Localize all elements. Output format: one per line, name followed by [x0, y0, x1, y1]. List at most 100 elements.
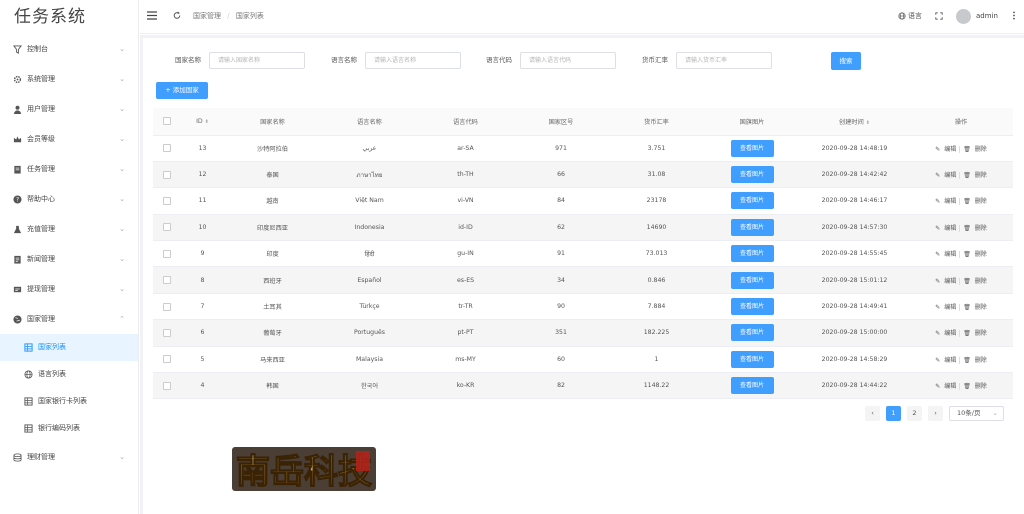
- view-image-button[interactable]: 查看图片: [730, 298, 774, 316]
- cell-area-code: 60: [513, 346, 609, 374]
- view-image-button[interactable]: 查看图片: [730, 350, 774, 368]
- row-checkbox[interactable]: [163, 355, 171, 364]
- delete-button[interactable]: 🗑 删除: [962, 251, 988, 258]
- sidebar-item-finance[interactable]: 理财管理 ⌄: [0, 442, 138, 472]
- cell-country-name: 韩国: [224, 372, 321, 400]
- sidebar-item-withdraw[interactable]: 提现管理 ⌄: [0, 274, 138, 304]
- currency-rate-input[interactable]: 请输入货币汇率: [676, 52, 772, 69]
- edit-icon: ✎: [935, 224, 941, 232]
- add-country-button[interactable]: + 添加国家: [156, 82, 208, 99]
- sidebar-item-tasks[interactable]: 任务管理 ⌄: [0, 154, 138, 184]
- language-switcher[interactable]: 语言: [898, 11, 922, 21]
- refresh-icon[interactable]: [173, 11, 181, 20]
- cell-flag-image: 查看图片: [704, 319, 800, 347]
- username[interactable]: admin: [976, 12, 998, 20]
- column-header-created-time[interactable]: 创建时间 ⬍: [800, 108, 909, 136]
- chevron-down-icon: ⌄: [119, 75, 125, 83]
- view-image-button[interactable]: 查看图片: [730, 218, 774, 236]
- search-button[interactable]: 搜索: [831, 52, 861, 70]
- edit-button[interactable]: ✎ 编辑: [934, 225, 957, 232]
- language-name-input[interactable]: 请输入语言名称: [365, 52, 461, 69]
- delete-button[interactable]: 🗑 删除: [962, 172, 988, 179]
- row-checkbox[interactable]: [163, 276, 171, 285]
- next-page-button[interactable]: ›: [928, 406, 943, 421]
- sidebar-subitem-bank-card-list[interactable]: 国家银行卡列表: [0, 388, 138, 415]
- trash-icon: 🗑: [963, 172, 971, 180]
- view-image-button[interactable]: 查看图片: [730, 139, 774, 157]
- sidebar-item-news[interactable]: 新闻管理 ⌄: [0, 244, 138, 274]
- view-image-button[interactable]: 查看图片: [730, 166, 774, 184]
- column-header-country-name: 国家名称: [224, 108, 321, 136]
- avatar[interactable]: [956, 9, 971, 24]
- row-checkbox[interactable]: [163, 381, 171, 390]
- trash-icon: 🗑: [963, 224, 971, 232]
- view-image-button[interactable]: 查看图片: [730, 192, 774, 210]
- language-code-input[interactable]: 请输入语言代码: [520, 52, 616, 69]
- delete-button[interactable]: 🗑 删除: [962, 357, 988, 364]
- page-button-2[interactable]: 2: [907, 406, 922, 421]
- edit-button[interactable]: ✎ 编辑: [934, 251, 957, 258]
- sidebar-item-help[interactable]: ? 帮助中心 ⌄: [0, 184, 138, 214]
- sidebar-item-users[interactable]: 用户管理 ⌄: [0, 94, 138, 124]
- select-all-checkbox[interactable]: [163, 117, 171, 126]
- edit-button[interactable]: ✎ 编辑: [934, 304, 957, 311]
- logo-text: 南岳科技: [236, 452, 372, 492]
- country-name-input[interactable]: 请输入国家名称: [209, 52, 305, 69]
- row-checkbox[interactable]: [163, 249, 171, 258]
- row-checkbox[interactable]: [163, 223, 171, 232]
- sidebar-item-label: 提现管理: [27, 285, 55, 293]
- view-image-button[interactable]: 查看图片: [730, 245, 774, 263]
- row-checkbox[interactable]: [163, 328, 171, 337]
- cell-actions: ✎ 编辑 🗑 删除: [909, 319, 1013, 347]
- delete-button[interactable]: 🗑 删除: [962, 225, 988, 232]
- edit-button[interactable]: ✎ 编辑: [934, 146, 957, 153]
- sidebar-item-system[interactable]: 系统管理 ⌄: [0, 64, 138, 94]
- sidebar-subitem-country-list[interactable]: 国家列表: [0, 334, 138, 361]
- edit-button[interactable]: ✎ 编辑: [934, 383, 957, 390]
- view-image-button[interactable]: 查看图片: [730, 271, 774, 289]
- sidebar-subitem-label: 国家列表: [38, 343, 66, 351]
- edit-icon: ✎: [935, 356, 941, 364]
- row-checkbox[interactable]: [163, 196, 171, 205]
- edit-button[interactable]: ✎ 编辑: [934, 172, 957, 179]
- sidebar-item-dashboard[interactable]: 控制台 ⌄: [0, 34, 138, 64]
- sidebar-subitem-language-list[interactable]: 语言列表: [0, 361, 138, 388]
- view-image-button[interactable]: 查看图片: [730, 324, 774, 342]
- delete-button[interactable]: 🗑 删除: [962, 304, 988, 311]
- prev-page-button[interactable]: ‹: [865, 406, 880, 421]
- delete-button[interactable]: 🗑 删除: [962, 278, 988, 285]
- row-checkbox[interactable]: [163, 170, 171, 179]
- sort-icon[interactable]: ⬍: [205, 119, 209, 125]
- delete-button[interactable]: 🗑 删除: [962, 198, 988, 205]
- breadcrumb-item[interactable]: 国家管理: [193, 12, 221, 20]
- column-header-id[interactable]: ID ⬍: [181, 108, 224, 136]
- cell-language-code: es-ES: [418, 266, 513, 294]
- edit-button[interactable]: ✎ 编辑: [934, 278, 957, 285]
- sidebar-item-country[interactable]: 国家管理 ⌃: [0, 304, 138, 334]
- row-checkbox[interactable]: [163, 302, 171, 311]
- globe-icon: [12, 314, 22, 324]
- delete-button[interactable]: 🗑 删除: [962, 330, 988, 337]
- page-size-select[interactable]: 10条/页 ⌄: [949, 406, 1004, 421]
- delete-button[interactable]: 🗑 删除: [962, 146, 988, 153]
- sidebar-item-recharge[interactable]: 充值管理 ⌄: [0, 214, 138, 244]
- edit-button[interactable]: ✎ 编辑: [934, 357, 957, 364]
- chevron-down-icon: ⌄: [119, 255, 125, 263]
- more-vertical-icon[interactable]: [1012, 11, 1016, 20]
- chevron-down-icon: ⌄: [119, 285, 125, 293]
- sidebar-item-member-level[interactable]: 会员等级 ⌄: [0, 124, 138, 154]
- hamburger-icon[interactable]: [147, 11, 157, 20]
- page-button-1[interactable]: 1: [886, 406, 901, 421]
- sort-icon[interactable]: ⬍: [866, 120, 870, 126]
- delete-button[interactable]: 🗑 删除: [962, 383, 988, 390]
- sidebar-subitem-bank-code-list[interactable]: 银行编码列表: [0, 415, 138, 442]
- row-checkbox[interactable]: [163, 144, 171, 153]
- cell-id: 9: [181, 240, 224, 268]
- edit-button[interactable]: ✎ 编辑: [934, 198, 957, 205]
- edit-icon: ✎: [935, 383, 941, 391]
- view-image-button[interactable]: 查看图片: [730, 377, 774, 395]
- edit-button[interactable]: ✎ 编辑: [934, 330, 957, 337]
- fullscreen-icon[interactable]: [935, 12, 943, 20]
- sidebar-item-label: 系统管理: [27, 75, 55, 83]
- cell-currency-rate: 3.751: [609, 135, 704, 162]
